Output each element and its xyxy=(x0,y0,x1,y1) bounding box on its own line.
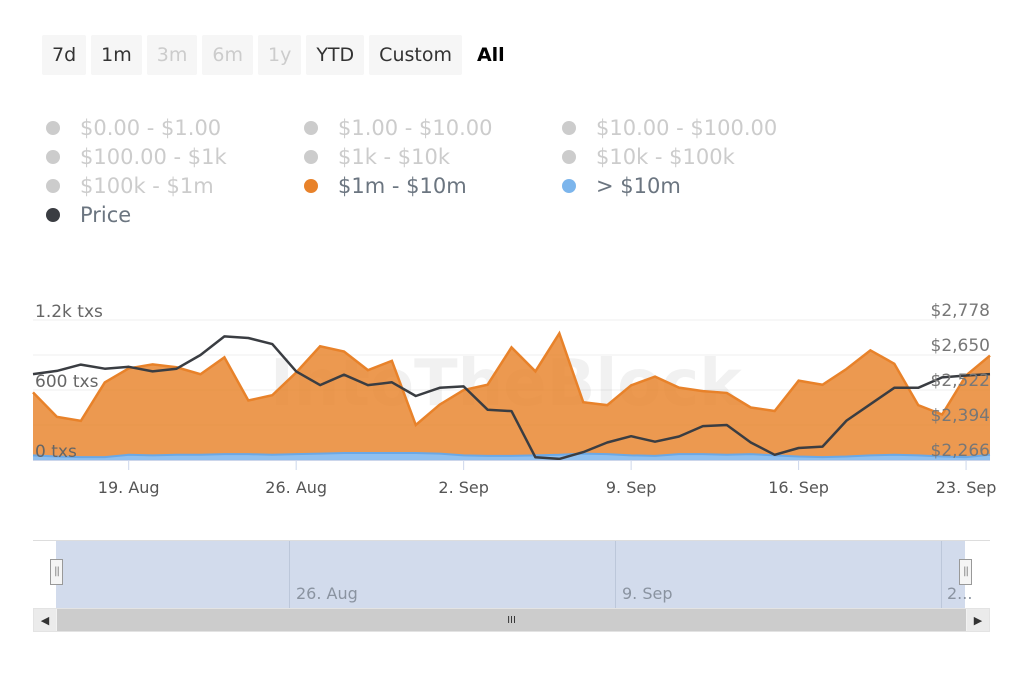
navigator-selected-range[interactable] xyxy=(56,541,965,608)
legend-item[interactable]: > $10m xyxy=(562,172,681,200)
range-button-6m: 6m xyxy=(202,35,253,75)
legend-dot-icon xyxy=(46,121,60,135)
legend-label: $100k - $1m xyxy=(80,174,214,198)
range-button-1y: 1y xyxy=(257,35,302,75)
y-right-tick-label: $2,778 xyxy=(931,301,990,321)
navigator-right-handle[interactable]: || xyxy=(959,559,972,585)
scrollbar-thumb[interactable]: III xyxy=(57,609,966,631)
legend-dot-icon xyxy=(304,150,318,164)
range-button-3m: 3m xyxy=(146,35,198,75)
x-axis: 19. Aug 26. Aug 2. Sep 9. Sep 16. Sep 23. Sep xyxy=(33,460,996,497)
legend-dot-icon xyxy=(304,121,318,135)
legend-dot-icon xyxy=(46,208,60,222)
legend-item[interactable]: $1m - $10m xyxy=(304,172,467,200)
x-tick-label: 23. Sep xyxy=(936,478,997,497)
y-right-tick-label: $2,522 xyxy=(931,371,990,391)
legend-dot-icon xyxy=(562,179,576,193)
navigator-label: 26. Aug xyxy=(296,584,358,603)
range-button-1m[interactable]: 1m xyxy=(91,35,142,75)
range-button-custom[interactable]: Custom xyxy=(369,35,462,75)
grip-icon: III xyxy=(507,614,516,626)
y-left-tick-label: 600 txs xyxy=(35,372,99,392)
legend-item[interactable]: $1k - $10k xyxy=(304,143,450,171)
legend-item[interactable]: $100k - $1m xyxy=(46,172,214,200)
legend-item[interactable]: $0.00 - $1.00 xyxy=(46,114,221,142)
legend-item[interactable]: $1.00 - $10.00 xyxy=(304,114,493,142)
legend-dot-icon xyxy=(46,150,60,164)
legend-item[interactable]: $100.00 - $1k xyxy=(46,143,227,171)
legend-label: $100.00 - $1k xyxy=(80,145,227,169)
legend-label: > $10m xyxy=(596,174,681,198)
legend-label: Price xyxy=(80,203,132,227)
chart-svg: IntoTheBlock 0 txs600 txs1.2k txs $2,266… xyxy=(32,301,996,497)
scroll-right-button[interactable]: ▶ xyxy=(967,609,989,631)
navigator-divider xyxy=(289,541,290,608)
x-tick-label: 19. Aug xyxy=(98,478,160,497)
navigator-divider xyxy=(941,541,942,608)
navigator-left-handle[interactable]: || xyxy=(50,559,63,585)
scroll-left-button[interactable]: ◀ xyxy=(34,609,56,631)
grip-icon: || xyxy=(54,566,60,577)
legend-item[interactable]: $10k - $100k xyxy=(562,143,735,171)
y-left-tick-label: 0 txs xyxy=(35,442,77,462)
legend-item[interactable]: $10.00 - $100.00 xyxy=(562,114,777,142)
y-right-tick-label: $2,650 xyxy=(931,336,990,356)
legend-dot-icon xyxy=(46,179,60,193)
legend-item[interactable]: Price xyxy=(46,201,131,229)
range-button-7d[interactable]: 7d xyxy=(42,35,87,75)
legend-label: $1.00 - $10.00 xyxy=(338,116,493,140)
legend-dot-icon xyxy=(562,150,576,164)
range-button-ytd[interactable]: YTD xyxy=(306,35,365,75)
scrollbar[interactable]: ◀ III ▶ xyxy=(33,608,990,632)
navigator-divider xyxy=(615,541,616,608)
legend-label: $1k - $10k xyxy=(338,145,451,169)
range-selector: 7d 1m 3m 6m 1y YTD Custom All xyxy=(42,35,515,75)
legend-dot-icon xyxy=(304,179,318,193)
legend-label: $0.00 - $1.00 xyxy=(80,116,222,140)
series-area-1m-10m xyxy=(33,333,990,458)
navigator-label: 9. Sep xyxy=(622,584,673,603)
legend-dot-icon xyxy=(562,121,576,135)
y-right-tick-label: $2,394 xyxy=(931,406,990,426)
grip-icon: || xyxy=(963,566,969,577)
legend-label: $10.00 - $100.00 xyxy=(596,116,778,140)
x-tick-label: 26. Aug xyxy=(265,478,327,497)
navigator-label: 2... xyxy=(947,584,973,603)
x-tick-label: 9. Sep xyxy=(606,478,657,497)
arrow-right-icon: ▶ xyxy=(973,613,983,627)
arrow-left-icon: ◀ xyxy=(40,613,50,627)
series-layer xyxy=(32,330,991,461)
y-right-tick-label: $2,266 xyxy=(931,441,990,461)
y-left-tick-label: 1.2k txs xyxy=(35,302,103,322)
legend-label: $10k - $100k xyxy=(596,145,735,169)
x-tick-label: 16. Sep xyxy=(768,478,829,497)
range-button-all[interactable]: All xyxy=(467,35,515,75)
chart-area: IntoTheBlock 0 txs600 txs1.2k txs $2,266… xyxy=(0,290,1024,520)
legend-label: $1m - $10m xyxy=(338,174,467,198)
x-tick-label: 2. Sep xyxy=(438,478,489,497)
navigator: 26. Aug 9. Sep 2... || || ◀ III ▶ xyxy=(33,540,990,632)
